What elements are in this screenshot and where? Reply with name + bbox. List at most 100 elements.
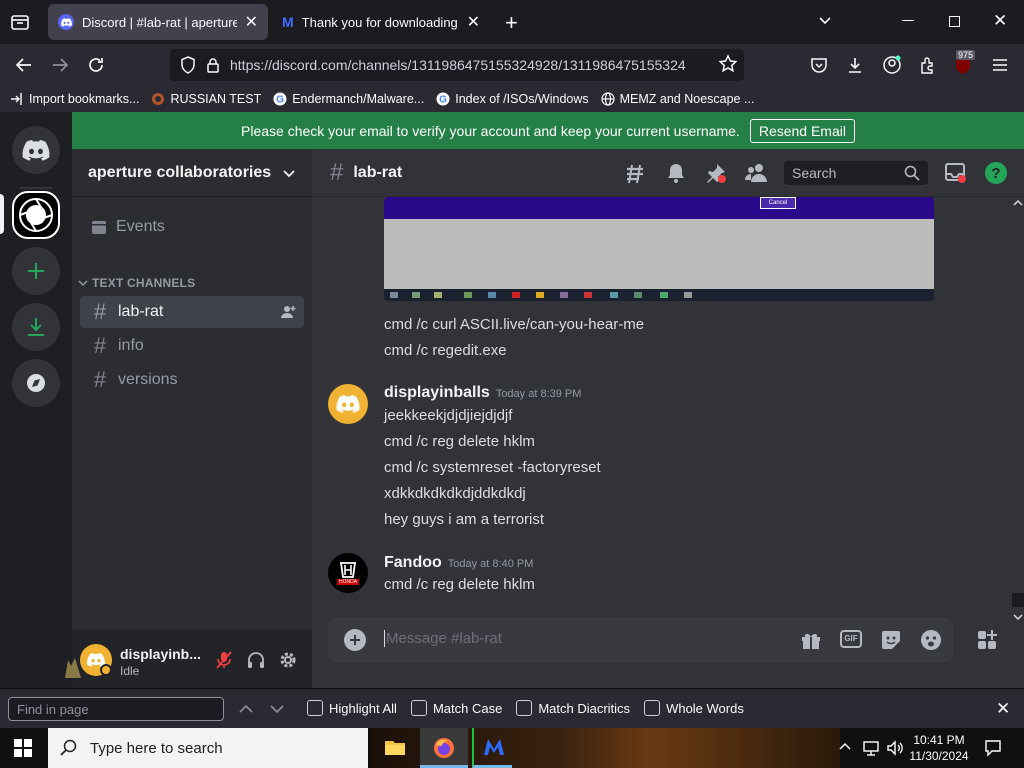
message-input[interactable]: Message #lab-rat (384, 630, 502, 647)
downloads-icon[interactable] (844, 54, 866, 76)
emoji-icon[interactable] (920, 629, 942, 651)
new-tab-button[interactable]: + (505, 10, 518, 36)
close-find-bar-icon[interactable]: ✕ (996, 699, 1010, 719)
headphones-icon[interactable] (246, 650, 266, 670)
reload-icon[interactable] (85, 54, 107, 76)
help-icon[interactable]: ? (985, 162, 1007, 184)
tab-discord[interactable]: Discord | #lab-rat | aperture coll ✕ (48, 4, 268, 40)
pinned-messages-icon[interactable] (705, 162, 727, 184)
message-line: cmd /c regedit.exe (384, 342, 507, 359)
whole-words-checkbox[interactable]: Whole Words (644, 700, 744, 716)
cat-decoration-icon (62, 652, 84, 678)
sticker-icon[interactable] (880, 629, 902, 651)
match-case-checkbox[interactable]: Match Case (410, 700, 502, 716)
highlight-all-checkbox[interactable]: Highlight All (307, 700, 397, 716)
bookmarks-toolbar: Import bookmarks... RUSSIAN TEST G Ender… (0, 86, 1024, 112)
inbox-icon[interactable] (944, 162, 968, 184)
username[interactable]: displayinb... (120, 646, 201, 662)
discover-button[interactable] (12, 359, 60, 407)
match-diacritics-checkbox[interactable]: Match Diacritics (516, 700, 630, 716)
find-previous-icon[interactable] (238, 702, 254, 716)
notification-bell-icon[interactable] (665, 162, 687, 184)
bookmark-item[interactable]: Import bookmarks... (10, 92, 139, 106)
category-text-channels[interactable]: TEXT CHANNELS (78, 276, 195, 290)
malwarebytes-taskbar-button[interactable] (472, 728, 512, 768)
network-icon[interactable] (862, 739, 880, 757)
channel-info[interactable]: # info (80, 330, 304, 362)
address-bar[interactable]: https://discord.com/channels/13119864751… (170, 49, 744, 81)
download-apps-button[interactable] (12, 303, 60, 351)
chat-area: # lab-rat Search ? Cancel cmd /c curl AS… (312, 149, 1024, 688)
apps-icon[interactable] (976, 629, 998, 651)
tab-title: Thank you for downloading Ma (301, 14, 459, 30)
clock[interactable]: 10:41 PM 11/30/2024 (906, 732, 972, 764)
option-label: Match Diacritics (538, 700, 631, 716)
search-placeholder: Search (792, 165, 837, 181)
bookmark-item[interactable]: RUSSIAN TEST (151, 92, 261, 106)
scroll-down-icon[interactable] (1012, 611, 1024, 623)
scrollbar-thumb[interactable] (1012, 593, 1024, 607)
mute-microphone-icon[interactable] (214, 650, 234, 670)
scroll-up-icon[interactable] (1012, 197, 1024, 209)
firefox-taskbar-button[interactable] (420, 728, 468, 768)
add-server-button[interactable] (12, 247, 60, 295)
avatar[interactable] (328, 384, 368, 424)
list-all-tabs-icon[interactable] (10, 12, 30, 32)
server-aperture-icon[interactable] (12, 191, 60, 239)
avatar[interactable]: HONDA (328, 553, 368, 593)
minimize-button[interactable] (902, 20, 914, 21)
scrollbar[interactable] (1012, 197, 1024, 621)
restore-button[interactable] (949, 16, 960, 27)
hamburger-menu-icon[interactable] (989, 54, 1011, 76)
url-text[interactable]: https://discord.com/channels/13119864751… (230, 57, 686, 73)
back-arrow-icon[interactable] (13, 54, 35, 76)
resend-email-button[interactable]: Resend Email (749, 118, 855, 143)
message-author[interactable]: displayinballs (384, 384, 490, 401)
notifications-icon[interactable] (984, 739, 1002, 757)
gif-button[interactable]: GIF (840, 630, 862, 648)
avatar[interactable] (80, 644, 112, 676)
message-image-attachment[interactable]: Cancel (384, 197, 934, 301)
forward-arrow-icon[interactable] (49, 54, 71, 76)
lock-icon[interactable] (206, 57, 220, 73)
bookmark-item[interactable]: G Endermanch/Malware... (273, 92, 424, 106)
calendar-icon (92, 221, 106, 234)
bookmark-item[interactable]: G Index of /ISOs/Windows (436, 92, 589, 106)
ublock-origin-icon[interactable]: 975 (952, 50, 976, 76)
search-input[interactable]: Search (784, 161, 928, 185)
chevron-up-icon[interactable] (838, 740, 852, 754)
bookmark-star-icon[interactable] (718, 54, 738, 74)
message-author[interactable]: Fandoo (384, 554, 442, 571)
account-icon[interactable] (881, 54, 903, 76)
extensions-icon[interactable] (917, 54, 939, 76)
pocket-icon[interactable] (808, 54, 830, 76)
user-panel: displayinb... Idle (65, 630, 312, 688)
events-item[interactable]: Events (80, 211, 304, 243)
attach-plus-button[interactable] (344, 629, 366, 651)
windows-taskbar: Type here to search 10:41 PM 11/30/2024 (0, 728, 1024, 768)
volume-icon[interactable] (886, 739, 904, 757)
windows-start-icon[interactable] (14, 739, 32, 757)
tab-thank-you[interactable]: M Thank you for downloading Ma ✕ (272, 4, 490, 40)
bookmark-item[interactable]: MEMZ and Noescape ... (601, 92, 754, 106)
member-list-icon[interactable] (745, 162, 769, 184)
hashtag-icon: # (93, 299, 107, 324)
close-tab-icon[interactable]: ✕ (467, 12, 480, 32)
chevron-down-icon[interactable] (817, 12, 833, 28)
channel-lab-rat[interactable]: # lab-rat (80, 296, 304, 328)
malwarebytes-icon (484, 739, 504, 755)
create-invite-icon[interactable] (280, 304, 296, 320)
find-next-icon[interactable] (269, 702, 285, 716)
file-explorer-icon[interactable] (384, 737, 406, 757)
threads-icon[interactable] (624, 163, 648, 185)
gift-icon[interactable] (800, 629, 822, 651)
channel-versions[interactable]: # versions (80, 364, 304, 396)
shield-icon[interactable] (180, 56, 196, 74)
find-input[interactable]: Find in page (8, 697, 224, 721)
server-header[interactable]: aperture collaboratories (72, 149, 312, 197)
close-window-button[interactable]: ✕ (993, 11, 1007, 31)
direct-messages-button[interactable] (12, 126, 60, 174)
close-tab-icon[interactable]: ✕ (245, 12, 258, 32)
settings-gear-icon[interactable] (278, 650, 298, 670)
taskbar-search-box[interactable]: Type here to search (48, 728, 368, 768)
